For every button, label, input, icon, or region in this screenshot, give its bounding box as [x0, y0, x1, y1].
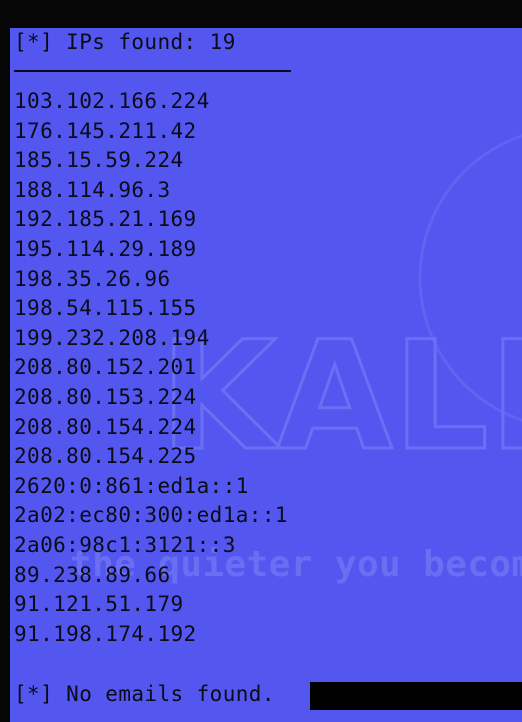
ip-address-line: 192.185.21.169: [14, 207, 197, 232]
ip-address-line: 103.102.166.224: [14, 89, 210, 113]
ip-address-line: 195.114.29.189: [14, 236, 197, 261]
ip-address-line: 2620:0:861:ed1a::1: [14, 473, 249, 498]
ip-address-line: 208.80.154.224: [14, 414, 197, 439]
header-underline: [14, 70, 291, 72]
ip-address-line: 199.232.208.194: [14, 325, 210, 350]
ip-address-line: 208.80.154.225: [14, 444, 197, 469]
ip-address-line: 198.35.26.96: [14, 266, 171, 291]
ip-address-line: 176.145.211.42: [14, 118, 197, 143]
ip-address-line: 2a02:ec80:300:ed1a::1: [14, 503, 288, 528]
ip-address-line: 91.198.174.192: [14, 621, 197, 646]
ip-address-line: 188.114.96.3: [14, 177, 171, 202]
no-emails-message: [*] No emails found.: [14, 682, 275, 706]
terminal-cursor: [310, 682, 522, 710]
ip-address-line: 208.80.152.201: [14, 355, 197, 380]
ip-address-line: 2a06:98c1:3121::3: [14, 532, 236, 557]
ip-address-line: 91.121.51.179: [14, 592, 184, 617]
ip-list: 103.102.166.224 176.145.211.42 185.15.59.2…: [14, 87, 522, 649]
screen-frame: KALI the quieter you become [*] IPs foun…: [0, 0, 522, 722]
ip-address-line: 185.15.59.224: [14, 148, 184, 173]
ip-address-line: 208.80.153.224: [14, 384, 197, 409]
ips-found-header: [*] IPs found: 19: [14, 30, 236, 54]
terminal-window[interactable]: KALI the quieter you become [*] IPs foun…: [10, 28, 522, 722]
ip-address-line: 89.238.89.66: [14, 562, 171, 587]
ip-address-line: 198.54.115.155: [14, 296, 197, 321]
